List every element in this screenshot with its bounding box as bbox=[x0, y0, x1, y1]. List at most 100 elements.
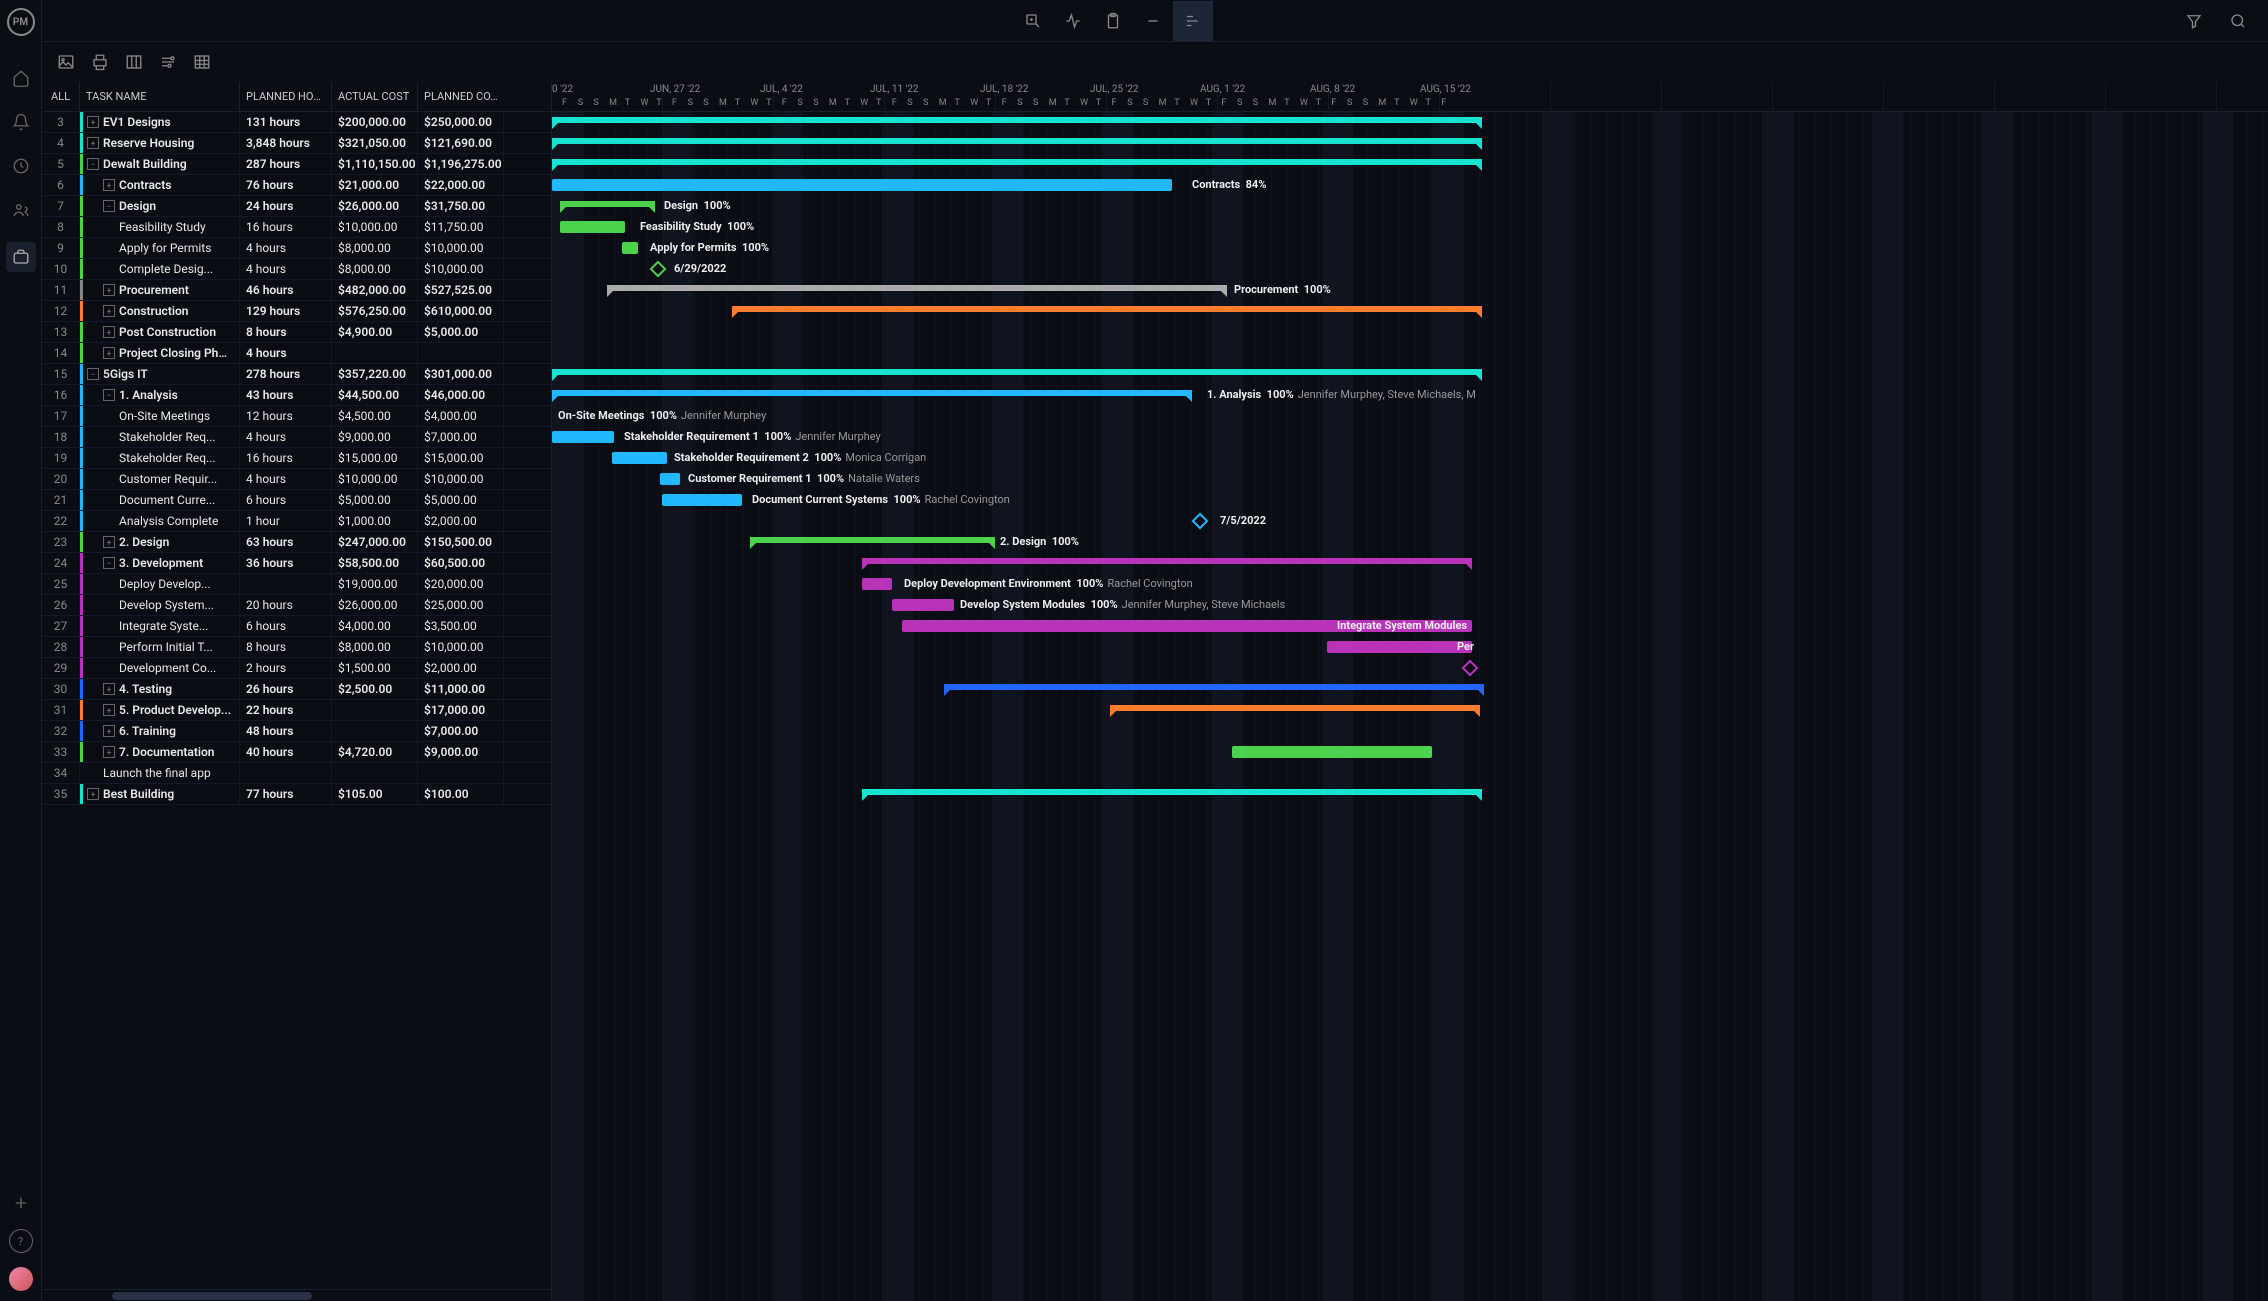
home-icon[interactable] bbox=[9, 66, 33, 90]
task-bar[interactable] bbox=[622, 242, 638, 254]
task-name-cell[interactable]: +6. Training bbox=[80, 721, 240, 741]
task-row[interactable]: 16−1. Analysis43 hours$44,500.00$46,000.… bbox=[42, 385, 551, 406]
task-row[interactable]: 19Stakeholder Req...16 hours$15,000.00$1… bbox=[42, 448, 551, 469]
task-name-cell[interactable]: Develop System... bbox=[80, 595, 240, 615]
task-row[interactable]: 3+EV1 Designs131 hours$200,000.00$250,00… bbox=[42, 112, 551, 133]
expand-toggle[interactable]: + bbox=[103, 179, 115, 191]
task-row[interactable]: 8Feasibility Study16 hours$10,000.00$11,… bbox=[42, 217, 551, 238]
print-icon[interactable] bbox=[90, 52, 110, 72]
task-row[interactable]: 26Develop System...20 hours$26,000.00$25… bbox=[42, 595, 551, 616]
task-name-cell[interactable]: +Construction bbox=[80, 301, 240, 321]
clock-icon[interactable] bbox=[9, 154, 33, 178]
task-row[interactable]: 28Perform Initial T...8 hours$8,000.00$1… bbox=[42, 637, 551, 658]
task-row[interactable]: 20Customer Requir...4 hours$10,000.00$10… bbox=[42, 469, 551, 490]
task-bar[interactable] bbox=[612, 452, 667, 464]
task-bar[interactable] bbox=[660, 473, 680, 485]
task-row[interactable]: 25Deploy Develop...$19,000.00$20,000.00 bbox=[42, 574, 551, 595]
help-icon[interactable]: ? bbox=[9, 1229, 33, 1253]
table-icon[interactable] bbox=[192, 52, 212, 72]
task-name-cell[interactable]: Integrate Syste... bbox=[80, 616, 240, 636]
task-row[interactable]: 31+5. Product Develop...22 hours$17,000.… bbox=[42, 700, 551, 721]
expand-toggle[interactable]: + bbox=[103, 284, 115, 296]
col-planned-cost[interactable]: PLANNED CO... bbox=[418, 82, 504, 111]
task-name-cell[interactable]: Customer Requir... bbox=[80, 469, 240, 489]
expand-toggle[interactable]: + bbox=[103, 536, 115, 548]
task-row[interactable]: 9Apply for Permits4 hours$8,000.00$10,00… bbox=[42, 238, 551, 259]
progress-bar[interactable] bbox=[552, 179, 1172, 191]
task-bar[interactable] bbox=[862, 578, 892, 590]
task-name-cell[interactable]: −3. Development bbox=[80, 553, 240, 573]
expand-toggle[interactable]: + bbox=[87, 116, 99, 128]
task-name-cell[interactable]: Deploy Develop... bbox=[80, 574, 240, 594]
task-name-cell[interactable]: Apply for Permits bbox=[80, 238, 240, 258]
task-row[interactable]: 13+Post Construction8 hours$4,900.00$5,0… bbox=[42, 322, 551, 343]
col-actual-cost[interactable]: ACTUAL COST bbox=[332, 82, 418, 111]
milestone-diamond[interactable] bbox=[1462, 660, 1479, 677]
summary-bar[interactable] bbox=[1110, 705, 1480, 711]
task-row[interactable]: 34Launch the final app bbox=[42, 763, 551, 784]
col-all[interactable]: ALL bbox=[42, 82, 80, 111]
task-bar[interactable] bbox=[552, 431, 614, 443]
task-row[interactable]: 15−5Gigs IT278 hours$357,220.00$301,000.… bbox=[42, 364, 551, 385]
expand-toggle[interactable]: + bbox=[103, 326, 115, 338]
columns-icon[interactable] bbox=[124, 52, 144, 72]
task-name-cell[interactable]: +4. Testing bbox=[80, 679, 240, 699]
expand-toggle[interactable]: + bbox=[103, 725, 115, 737]
task-row[interactable]: 21Document Curre...6 hours$5,000.00$5,00… bbox=[42, 490, 551, 511]
task-row[interactable]: 27Integrate Syste...6 hours$4,000.00$3,5… bbox=[42, 616, 551, 637]
task-row[interactable]: 30+4. Testing26 hours$2,500.00$11,000.00 bbox=[42, 679, 551, 700]
task-name-cell[interactable]: +EV1 Designs bbox=[80, 112, 240, 132]
task-name-cell[interactable]: Document Curre... bbox=[80, 490, 240, 510]
summary-bar[interactable] bbox=[552, 369, 1482, 375]
task-name-cell[interactable]: −1. Analysis bbox=[80, 385, 240, 405]
expand-toggle[interactable]: + bbox=[103, 305, 115, 317]
task-name-cell[interactable]: +Procurement bbox=[80, 280, 240, 300]
task-row[interactable]: 4+Reserve Housing3,848 hours$321,050.00$… bbox=[42, 133, 551, 154]
task-name-cell[interactable]: Perform Initial T... bbox=[80, 637, 240, 657]
task-name-cell[interactable]: On-Site Meetings bbox=[80, 406, 240, 426]
summary-bar[interactable] bbox=[862, 558, 1472, 564]
summary-bar[interactable] bbox=[750, 537, 995, 543]
summary-bar[interactable] bbox=[560, 201, 655, 207]
task-name-cell[interactable]: +2. Design bbox=[80, 532, 240, 552]
task-name-cell[interactable]: +Contracts bbox=[80, 175, 240, 195]
search-icon[interactable] bbox=[2218, 1, 2258, 41]
task-name-cell[interactable]: +7. Documentation bbox=[80, 742, 240, 762]
horizontal-scrollbar[interactable] bbox=[42, 1289, 551, 1301]
clipboard-icon[interactable] bbox=[1093, 1, 1133, 41]
summary-bar[interactable] bbox=[552, 159, 1482, 165]
app-logo[interactable]: PM bbox=[7, 8, 35, 36]
task-name-cell[interactable]: −Dewalt Building bbox=[80, 154, 240, 174]
add-button[interactable] bbox=[9, 1191, 33, 1215]
people-icon[interactable] bbox=[9, 198, 33, 222]
task-row[interactable]: 5−Dewalt Building287 hours$1,110,150.00$… bbox=[42, 154, 551, 175]
task-bar[interactable] bbox=[1232, 746, 1432, 758]
minus-icon[interactable] bbox=[1133, 1, 1173, 41]
summary-bar[interactable] bbox=[607, 285, 1227, 291]
summary-bar[interactable] bbox=[732, 306, 1482, 312]
task-row[interactable]: 14+Project Closing Pha...4 hours bbox=[42, 343, 551, 364]
task-row[interactable]: 22Analysis Complete1 hour$1,000.00$2,000… bbox=[42, 511, 551, 532]
activity-icon[interactable] bbox=[1053, 1, 1093, 41]
summary-bar[interactable] bbox=[552, 390, 1192, 396]
expand-toggle[interactable]: − bbox=[87, 158, 99, 170]
gantt-icon[interactable] bbox=[1173, 1, 1213, 41]
task-name-cell[interactable]: +Reserve Housing bbox=[80, 133, 240, 153]
task-name-cell[interactable]: Development Co... bbox=[80, 658, 240, 678]
bell-icon[interactable] bbox=[9, 110, 33, 134]
briefcase-icon[interactable] bbox=[6, 242, 36, 272]
task-name-cell[interactable]: Complete Desig... bbox=[80, 259, 240, 279]
task-row[interactable]: 11+Procurement46 hours$482,000.00$527,52… bbox=[42, 280, 551, 301]
task-row[interactable]: 24−3. Development36 hours$58,500.00$60,5… bbox=[42, 553, 551, 574]
expand-toggle[interactable]: + bbox=[103, 347, 115, 359]
expand-toggle[interactable]: − bbox=[103, 389, 115, 401]
task-name-cell[interactable]: Analysis Complete bbox=[80, 511, 240, 531]
task-row[interactable]: 6+Contracts76 hours$21,000.00$22,000.00 bbox=[42, 175, 551, 196]
task-row[interactable]: 32+6. Training48 hours$7,000.00 bbox=[42, 721, 551, 742]
expand-toggle[interactable]: + bbox=[103, 683, 115, 695]
summary-bar[interactable] bbox=[552, 138, 1482, 144]
task-name-cell[interactable]: +Post Construction bbox=[80, 322, 240, 342]
milestone-diamond[interactable] bbox=[1192, 513, 1209, 530]
task-row[interactable]: 10Complete Desig...4 hours$8,000.00$10,0… bbox=[42, 259, 551, 280]
task-name-cell[interactable]: Launch the final app bbox=[80, 763, 240, 783]
